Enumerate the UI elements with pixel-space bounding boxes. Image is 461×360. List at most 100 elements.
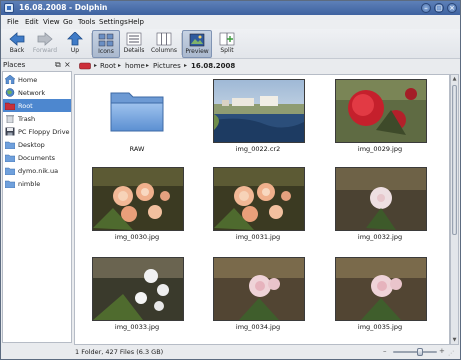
zoom-in-icon[interactable]: + [439,347,445,355]
file-name: img_0031.jpg [235,233,281,241]
menu-tools[interactable]: Tools [78,18,95,26]
places-panel: Places ⧉ × Home Network Root Trash PC Fl… [1,59,73,345]
menu-edit[interactable]: Edit [25,18,39,26]
window-title: 16.08.2008 - Dolphin [19,3,108,12]
preview-icon [189,33,205,47]
zoom-out-icon[interactable]: – [383,347,387,355]
breadcrumb-root[interactable]: Root [100,62,116,70]
root-drive-icon[interactable] [79,62,91,70]
menu-file[interactable]: File [7,18,19,26]
close-icon[interactable]: × [447,3,457,13]
menu-go[interactable]: Go [63,18,73,26]
folder-icon [4,179,16,189]
scroll-up-icon[interactable]: ▲ [451,75,458,83]
place-network[interactable]: Network [3,86,71,99]
columns-view-button[interactable]: Columns [149,30,179,58]
menu-bar: File Edit View Go Tools Settings Help [1,15,460,29]
places-header: Places ⧉ × [1,59,73,71]
lake-photo-icon [213,79,305,143]
network-globe-icon [5,88,15,97]
menu-settings[interactable]: Settings [99,18,128,26]
forward-button[interactable]: Forward [31,30,59,58]
menu-view[interactable]: View [43,18,60,26]
split-view-icon [219,32,235,46]
file-item[interactable]: img_0030.jpg [82,165,192,253]
file-item[interactable]: img_0022.cr2 [203,77,313,165]
file-item[interactable]: img_0033.jpg [82,255,192,343]
back-button[interactable]: Back [3,30,31,58]
up-button[interactable]: Up [61,30,89,58]
split-button[interactable]: Split [213,30,241,58]
preview-label: Preview [185,48,209,55]
status-text: 1 Folder, 427 Files (6.3 GB) [75,348,164,356]
file-item[interactable]: img_0032.jpg [325,165,435,253]
place-label: Root [18,102,33,110]
place-root[interactable]: Root [3,99,71,112]
folder-icon [4,140,16,150]
breadcrumb-pictures[interactable]: Pictures [153,62,181,70]
details-view-button[interactable]: Details [120,30,148,58]
scroll-thumb[interactable] [452,85,457,235]
breadcrumb-home[interactable]: home [125,62,145,70]
place-floppy[interactable]: PC Floppy Drive [3,125,71,138]
icons-view-icon [98,33,114,47]
resize-grip-icon[interactable]: ⋰ [448,350,454,357]
breadcrumb-arrow-icon: ▸ [94,62,98,69]
place-desktop[interactable]: Desktop [3,138,71,151]
floppy-drive-icon [5,127,15,136]
breadcrumb-arrow-icon: ▸ [184,62,188,69]
breadcrumb-arrow-icon: ▸ [146,62,150,69]
folder-item[interactable]: RAW [82,77,192,165]
zoom-handle[interactable] [417,348,423,356]
zoom-slider[interactable]: – + [383,347,445,356]
peach-roses-photo-icon [92,167,184,231]
pale-flower-photo-icon [335,167,427,231]
minimize-icon[interactable]: – [421,3,431,13]
file-name: img_0035.jpg [357,323,403,331]
close-panel-icon[interactable]: × [64,60,71,69]
file-name: RAW [129,145,145,153]
breadcrumb-arrow-icon: ▸ [118,62,122,69]
place-label: Desktop [18,141,45,149]
main-toolbar: Back Forward Up Icons Details Columns Pr… [1,29,460,59]
folder-icon [4,166,16,176]
dolphin-app-icon[interactable] [4,3,14,13]
status-bar: 1 Folder, 427 Files (6.3 GB) – + ⋰ [1,345,460,359]
place-dymo[interactable]: dymo.nik.ua [3,164,71,177]
icons-view-button[interactable]: Icons [92,30,120,58]
place-nimble[interactable]: nimble [3,177,71,190]
preview-button[interactable]: Preview [182,30,212,58]
menu-help[interactable]: Help [128,18,144,26]
scroll-down-icon[interactable]: ▼ [451,336,458,344]
details-label: Details [123,47,145,54]
vertical-scrollbar[interactable]: ▲ ▼ [450,74,459,345]
arrow-left-icon [9,32,25,46]
place-trash[interactable]: Trash [3,112,71,125]
title-bar[interactable]: 16.08.2008 - Dolphin – □ × [1,1,460,15]
columns-view-icon [156,32,172,46]
place-label: dymo.nik.ua [18,167,59,175]
file-item[interactable]: img_0034.jpg [203,255,313,343]
dolphin-window: 16.08.2008 - Dolphin – □ × File Edit Vie… [0,0,461,360]
maximize-icon[interactable]: □ [434,3,444,13]
home-icon [4,74,16,85]
breadcrumb-current[interactable]: 16.08.2008 [191,62,235,70]
place-label: PC Floppy Drive [18,128,70,136]
folder-icon [109,87,165,133]
place-label: Home [18,76,38,84]
columns-label: Columns [150,47,178,54]
file-name: img_0022.cr2 [235,145,281,153]
zoom-track [393,351,437,353]
forward-label: Forward [32,47,58,54]
file-name: img_0033.jpg [114,323,160,331]
float-panel-icon[interactable]: ⧉ [55,60,61,70]
file-view[interactable]: RAW img_0022.cr2 img_0029.jpg img_0030.jpg i… [74,74,450,345]
file-item[interactable]: img_0035.jpg [325,255,435,343]
white-flowers-photo-icon [92,257,184,321]
file-item[interactable]: img_0029.jpg [325,77,435,165]
place-home[interactable]: Home [3,73,71,86]
pink-flower-photo-icon [213,257,305,321]
file-item[interactable]: img_0031.jpg [203,165,313,253]
place-documents[interactable]: Documents [3,151,71,164]
split-label: Split [220,47,234,54]
